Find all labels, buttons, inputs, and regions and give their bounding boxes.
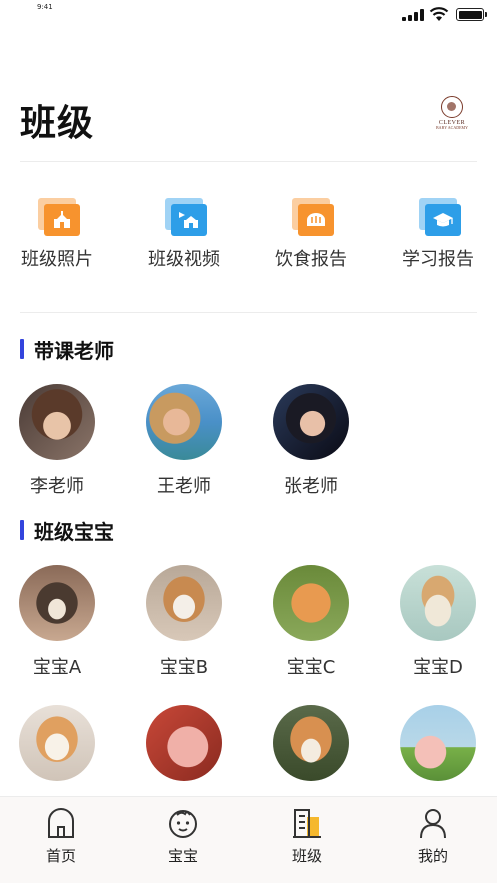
signal-icon xyxy=(402,9,424,21)
teacher-name: 张老师 xyxy=(284,476,338,497)
status-time: 9:41 xyxy=(37,3,53,11)
page-header: 班级 CLEVER BABY ACADEMY xyxy=(0,90,497,160)
section-title-text: 班级宝宝 xyxy=(34,519,114,544)
quick-item-class-video[interactable]: 班级视频 xyxy=(134,195,234,271)
teacher-card[interactable]: 李老师 xyxy=(17,384,97,498)
baby-card[interactable] xyxy=(271,705,351,793)
baby-card[interactable] xyxy=(17,705,97,793)
quick-label: 班级照片 xyxy=(21,249,93,270)
person-icon xyxy=(420,809,446,839)
baby-card[interactable]: 宝宝B xyxy=(144,565,224,679)
quick-item-diet-report[interactable]: 饮食报告 xyxy=(261,195,361,271)
baby-avatar xyxy=(19,705,95,781)
teachers-section-title: 带课老师 xyxy=(20,337,114,363)
home-icon xyxy=(48,808,74,838)
battery-icon xyxy=(456,8,487,21)
school-logo: CLEVER BABY ACADEMY xyxy=(432,96,472,146)
tab-label: 我的 xyxy=(417,847,448,865)
tab-class[interactable]: 班级 xyxy=(257,807,357,866)
tab-mine[interactable]: 我的 xyxy=(383,807,483,866)
quick-label: 学习报告 xyxy=(402,249,474,270)
baby-card[interactable]: 宝宝A xyxy=(17,565,97,679)
quick-label: 班级视频 xyxy=(148,249,220,270)
baby-avatar xyxy=(400,565,476,641)
baby-avatar xyxy=(146,705,222,781)
logo-subtext: BABY ACADEMY xyxy=(436,125,468,130)
baby-name: 宝宝D xyxy=(413,657,463,678)
baby-card[interactable]: 宝宝C xyxy=(271,565,351,679)
baby-card[interactable] xyxy=(144,705,224,793)
baby-face-icon xyxy=(169,810,197,838)
quick-menu: 班级照片 班级视频 饮食报告 学习报告 xyxy=(0,195,497,285)
quick-item-class-photo[interactable]: 班级照片 xyxy=(7,195,107,271)
tab-label: 宝宝 xyxy=(167,847,198,865)
baby-name: 宝宝B xyxy=(159,657,209,678)
class-building-icon xyxy=(293,809,321,838)
class-video-icon xyxy=(159,195,209,239)
baby-avatar xyxy=(273,565,349,641)
baby-name: 宝宝A xyxy=(32,657,82,678)
teacher-name: 王老师 xyxy=(157,476,211,497)
class-photo-icon xyxy=(32,195,82,239)
baby-avatar xyxy=(400,705,476,781)
teacher-avatar xyxy=(273,384,349,460)
tab-home[interactable]: 首页 xyxy=(11,807,111,866)
section-title-text: 带课老师 xyxy=(34,338,114,363)
study-report-icon xyxy=(413,195,463,239)
quick-label: 饮食报告 xyxy=(275,249,347,270)
baby-card[interactable] xyxy=(398,705,478,793)
baby-avatar xyxy=(146,565,222,641)
teacher-card[interactable]: 王老师 xyxy=(144,384,224,498)
quick-item-study-report[interactable]: 学习报告 xyxy=(388,195,488,271)
status-bar: 9:41 xyxy=(0,0,497,28)
divider xyxy=(20,161,477,162)
tab-label: 班级 xyxy=(291,847,322,865)
diet-report-icon xyxy=(286,195,336,239)
teacher-name: 李老师 xyxy=(30,476,84,497)
teacher-avatar xyxy=(19,384,95,460)
baby-name: 宝宝C xyxy=(286,657,336,678)
tab-baby[interactable]: 宝宝 xyxy=(133,807,233,866)
section-accent-bar xyxy=(20,339,24,359)
tab-label: 首页 xyxy=(45,847,76,865)
section-accent-bar xyxy=(20,520,24,540)
baby-avatar xyxy=(19,565,95,641)
page-title: 班级 xyxy=(20,103,95,144)
teacher-card[interactable]: 张老师 xyxy=(271,384,351,498)
bottom-tab-bar: 首页 宝宝 班级 我的 xyxy=(0,796,497,883)
baby-avatar xyxy=(273,705,349,781)
wifi-icon xyxy=(429,7,449,21)
logo-emblem-icon xyxy=(441,96,463,118)
divider xyxy=(20,312,477,313)
teacher-avatar xyxy=(146,384,222,460)
babies-section-title: 班级宝宝 xyxy=(20,518,114,544)
baby-card[interactable]: 宝宝D xyxy=(398,565,478,679)
